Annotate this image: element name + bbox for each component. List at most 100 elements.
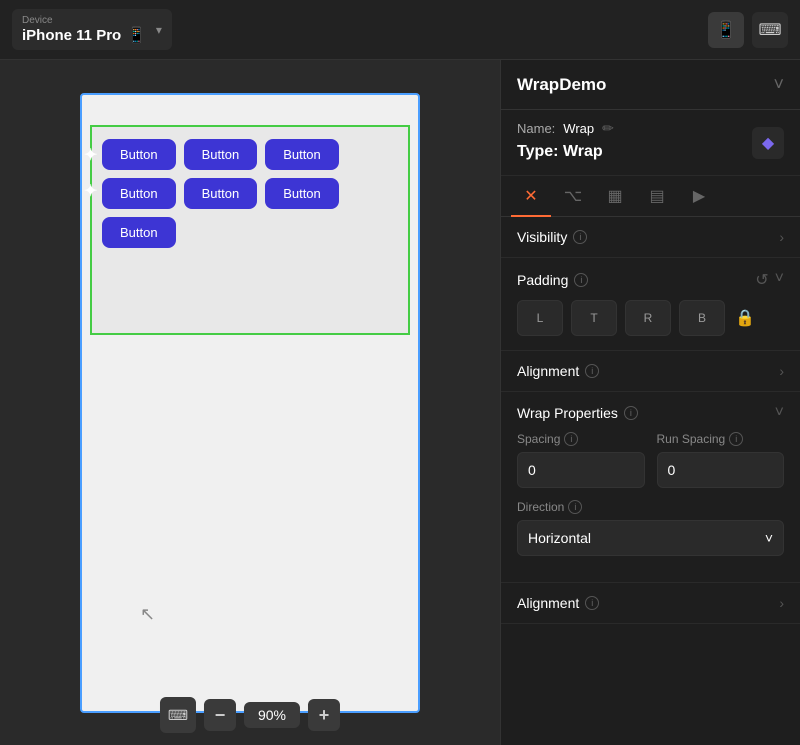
padding-reset-icon[interactable]: ↺ <box>755 270 768 290</box>
spacing-input[interactable] <box>517 452 645 488</box>
zoom-plus-icon: + <box>319 705 330 726</box>
wrap-properties-content: Wrap Properties i ˅ Spacing i <box>501 392 800 582</box>
device-selector[interactable]: Device iPhone 11 Pro 📱 ▾ <box>12 9 172 50</box>
type-label: Type: <box>517 143 558 160</box>
phone-view-button[interactable]: 📱 <box>708 12 744 48</box>
keyboard-toggle-button[interactable]: ⌨ <box>752 12 788 48</box>
wrap-properties-section: Wrap Properties i ˅ Spacing i <box>501 392 800 583</box>
name-value: Wrap <box>563 121 594 136</box>
direction-dropdown[interactable]: Horizontal ˅ <box>517 520 784 556</box>
button-item-6[interactable]: Button <box>265 178 339 209</box>
alignment-info-icon: i <box>585 364 599 378</box>
padding-inputs: L T R B 🔒 <box>517 300 784 336</box>
alignment-section: Alignment i › <box>501 351 800 392</box>
padding-left-input[interactable]: L <box>517 300 563 336</box>
button-item-5[interactable]: Button <box>184 178 258 209</box>
alignment-header[interactable]: Alignment i › <box>501 351 800 391</box>
visibility-info-icon: i <box>573 230 587 244</box>
edit-icon[interactable]: ✏ <box>602 120 614 137</box>
bottom-alignment-label-group: Alignment i <box>517 595 599 611</box>
play-icon: ▶ <box>693 186 705 206</box>
visibility-section: Visibility i › <box>501 217 800 258</box>
direction-label-group: Direction i <box>517 500 784 514</box>
tab-play[interactable]: ▶ <box>679 177 719 217</box>
canvas-keyboard-button[interactable]: ⌨ <box>160 697 196 733</box>
alignment-label-group: Alignment i <box>517 363 599 379</box>
visibility-label-group: Visibility i <box>517 229 587 245</box>
tab-tree[interactable]: ⌥ <box>553 177 593 217</box>
device-label: Device <box>22 15 146 26</box>
visibility-header[interactable]: Visibility i › <box>501 217 800 257</box>
run-spacing-col: Run Spacing i <box>657 432 785 488</box>
direction-chevron-icon: ˅ <box>765 530 773 546</box>
bottom-alignment-header[interactable]: Alignment i › <box>501 583 800 623</box>
button-item-1[interactable]: Button <box>102 139 176 170</box>
sparkle-icon-1: ✦ <box>84 145 97 165</box>
button-item-4[interactable]: Button <box>102 178 176 209</box>
panel-header: WrapDemo ˅ <box>501 60 800 110</box>
run-spacing-label-text: Run Spacing <box>657 432 726 446</box>
spacing-label-group: Spacing i <box>517 432 645 446</box>
layout-icon: ▤ <box>649 186 664 206</box>
panel-chevron-icon[interactable]: ˅ <box>773 74 784 95</box>
type-value: Wrap <box>563 143 603 160</box>
run-spacing-input[interactable] <box>657 452 785 488</box>
padding-top-input[interactable]: T <box>571 300 617 336</box>
phone-frame: ✦ ✦ Button Button Button Button Button B… <box>80 93 420 713</box>
right-panel: WrapDemo ˅ Name: Wrap ✏ Type: Wrap ◆ ✕ ⌥ <box>500 60 800 745</box>
zoom-minus-icon: − <box>215 705 226 726</box>
direction-value: Horizontal <box>528 530 591 546</box>
alignment-label: Alignment <box>517 363 579 379</box>
phone-icon: 📱 <box>127 26 146 44</box>
bottom-alignment-arrow-icon: › <box>779 595 784 611</box>
padding-bottom-input[interactable]: B <box>679 300 725 336</box>
spacing-info-icon: i <box>564 432 578 446</box>
device-name-text: iPhone 11 Pro <box>22 27 121 44</box>
name-label: Name: <box>517 121 555 136</box>
sparkle-icon-2: ✦ <box>84 181 97 201</box>
zoom-in-button[interactable]: + <box>308 699 340 731</box>
padding-header: Padding i ↺ ˅ <box>517 258 784 300</box>
spacing-label-text: Spacing <box>517 432 560 446</box>
bottom-alignment-section: Alignment i › <box>501 583 800 624</box>
cursor-indicator: ↖ <box>140 604 155 625</box>
diamond-icon[interactable]: ◆ <box>752 127 784 159</box>
button-item-2[interactable]: Button <box>184 139 258 170</box>
phone-frame-icon: 📱 <box>716 20 736 40</box>
tab-bar: ✕ ⌥ ▦ ▤ ▶ <box>501 176 800 217</box>
main-layout: ✦ ✦ Button Button Button Button Button B… <box>0 60 800 745</box>
spacing-col: Spacing i <box>517 432 645 488</box>
padding-expand-icon[interactable]: ˅ <box>775 270 784 290</box>
tree-icon: ⌥ <box>564 186 582 206</box>
wrap-properties-chevron-icon[interactable]: ˅ <box>775 404 784 422</box>
canvas-area[interactable]: ✦ ✦ Button Button Button Button Button B… <box>0 60 500 745</box>
tab-properties[interactable]: ✕ <box>511 177 551 217</box>
top-bar: Device iPhone 11 Pro 📱 ▾ 📱 ⌨ <box>0 0 800 60</box>
tab-layout[interactable]: ▤ <box>637 177 677 217</box>
device-chevron-icon: ▾ <box>156 23 162 37</box>
padding-lock-icon[interactable]: 🔒 <box>735 308 755 328</box>
keyboard-icon: ⌨ <box>758 20 781 40</box>
zoom-level: 90% <box>244 702 300 728</box>
properties-icon: ✕ <box>524 186 537 206</box>
tab-grid[interactable]: ▦ <box>595 177 635 217</box>
type-row: Type: Wrap <box>517 143 784 161</box>
direction-info-icon: i <box>568 500 582 514</box>
padding-label-group: Padding i <box>517 272 588 288</box>
bottom-alignment-info-icon: i <box>585 596 599 610</box>
run-spacing-info-icon: i <box>729 432 743 446</box>
padding-controls: ↺ ˅ <box>755 270 784 290</box>
button-item-7[interactable]: Button <box>102 217 176 248</box>
wrap-properties-label: Wrap Properties <box>517 405 618 421</box>
wrap-props-label-group: Wrap Properties i <box>517 405 638 421</box>
alignment-arrow-icon: › <box>779 363 784 379</box>
canvas-keyboard-icon: ⌨ <box>168 707 188 724</box>
grid-icon: ▦ <box>607 186 622 206</box>
padding-label: Padding <box>517 272 568 288</box>
panel-title: WrapDemo <box>517 75 606 95</box>
zoom-out-button[interactable]: − <box>204 699 236 731</box>
direction-label-text: Direction <box>517 500 564 514</box>
wrap-container: ✦ ✦ Button Button Button Button Button B… <box>90 125 410 335</box>
padding-right-input[interactable]: R <box>625 300 671 336</box>
button-item-3[interactable]: Button <box>265 139 339 170</box>
